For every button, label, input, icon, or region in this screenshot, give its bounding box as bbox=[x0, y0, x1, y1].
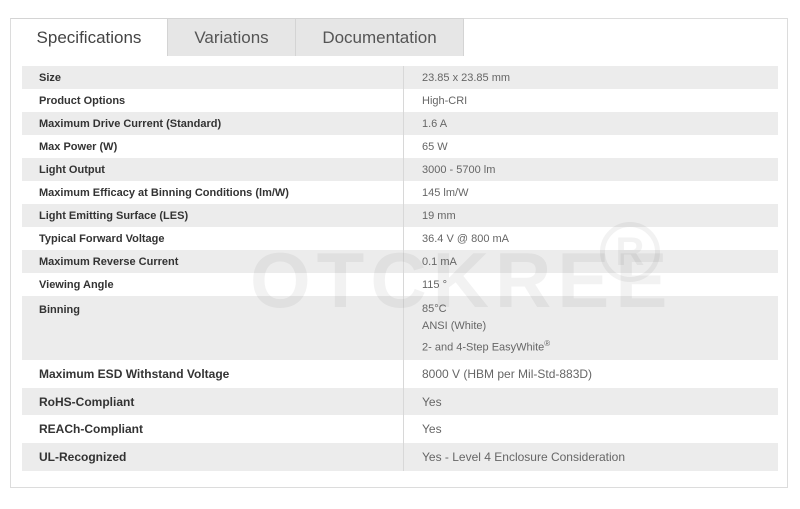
registered-mark: ® bbox=[544, 339, 551, 348]
spec-value: 1.6 A bbox=[422, 117, 448, 130]
spec-label: RoHS-Compliant bbox=[22, 388, 404, 415]
spec-label: Typical Forward Voltage bbox=[22, 227, 404, 250]
table-row: UL-Recognized Yes - Level 4 Enclosure Co… bbox=[22, 443, 778, 471]
table-row: Viewing Angle 115 ° bbox=[22, 273, 778, 296]
table-row: Typical Forward Voltage 36.4 V @ 800 mA bbox=[22, 227, 778, 250]
table-row: Product Options High-CRI bbox=[22, 89, 778, 112]
tab-variations[interactable]: Variations bbox=[168, 18, 296, 56]
spec-label: Maximum Efficacy at Binning Conditions (… bbox=[22, 181, 404, 204]
spec-value: 65 W bbox=[422, 140, 448, 153]
spec-value-line: 85°C bbox=[422, 303, 447, 315]
tab-documentation[interactable]: Documentation bbox=[296, 18, 464, 56]
spec-label: Maximum Drive Current (Standard) bbox=[22, 112, 404, 135]
spec-label: Maximum Reverse Current bbox=[22, 250, 404, 273]
tab-bar: Specifications Variations Documentation bbox=[10, 18, 464, 56]
spec-label: Viewing Angle bbox=[22, 273, 404, 296]
spec-value-line: ANSI (White) bbox=[422, 320, 487, 332]
spec-value: Yes - Level 4 Enclosure Consideration bbox=[422, 450, 626, 464]
spec-value: Yes bbox=[422, 422, 442, 436]
spec-label: Light Emitting Surface (LES) bbox=[22, 204, 404, 227]
spec-value: 3000 - 5700 lm bbox=[422, 163, 496, 176]
spec-value: 19 mm bbox=[422, 209, 456, 222]
spec-label: UL-Recognized bbox=[22, 443, 404, 471]
spec-value: 36.4 V @ 800 mA bbox=[422, 232, 509, 245]
spec-value: Yes bbox=[422, 394, 442, 409]
spec-label: REACh-Compliant bbox=[22, 415, 404, 443]
table-row: Maximum Efficacy at Binning Conditions (… bbox=[22, 181, 778, 204]
spec-label: Max Power (W) bbox=[22, 135, 404, 158]
spec-label: Size bbox=[22, 66, 404, 89]
spec-value-list: 85°C ANSI (White) 2- and 4-Step EasyWhit… bbox=[404, 296, 778, 360]
spec-label: Product Options bbox=[22, 89, 404, 112]
spec-value-text: 2- and 4-Step EasyWhite bbox=[422, 341, 545, 354]
spec-value: 115 ° bbox=[422, 278, 447, 291]
spec-label: Binning bbox=[22, 296, 404, 360]
spec-table: Size 23.85 x 23.85 mm Product Options Hi… bbox=[22, 66, 778, 471]
table-row: Max Power (W) 65 W bbox=[22, 135, 778, 158]
table-row: Light Output 3000 - 5700 lm bbox=[22, 158, 778, 181]
spec-value: 8000 V (HBM per Mil-Std-883D) bbox=[422, 367, 593, 381]
spec-value: High-CRI bbox=[422, 94, 468, 107]
spec-value: 0.1 mA bbox=[422, 255, 457, 268]
spec-value-line: 2- and 4-Step EasyWhite® bbox=[422, 335, 550, 357]
table-row: Maximum Reverse Current 0.1 mA bbox=[22, 250, 778, 273]
table-row: Maximum Drive Current (Standard) 1.6 A bbox=[22, 112, 778, 135]
table-row: Light Emitting Surface (LES) 19 mm bbox=[22, 204, 778, 227]
spec-value: 145 lm/W bbox=[422, 186, 469, 199]
table-row: Binning 85°C ANSI (White) 2- and 4-Step … bbox=[22, 296, 778, 360]
table-row: Maximum ESD Withstand Voltage 8000 V (HB… bbox=[22, 360, 778, 388]
spec-value: 23.85 x 23.85 mm bbox=[422, 71, 511, 84]
spec-label: Maximum ESD Withstand Voltage bbox=[22, 360, 404, 388]
table-row: REACh-Compliant Yes bbox=[22, 415, 778, 443]
table-row: RoHS-Compliant Yes bbox=[22, 388, 778, 415]
spec-label: Light Output bbox=[22, 158, 404, 181]
table-row: Size 23.85 x 23.85 mm bbox=[22, 66, 778, 89]
tab-specifications[interactable]: Specifications bbox=[10, 18, 168, 56]
